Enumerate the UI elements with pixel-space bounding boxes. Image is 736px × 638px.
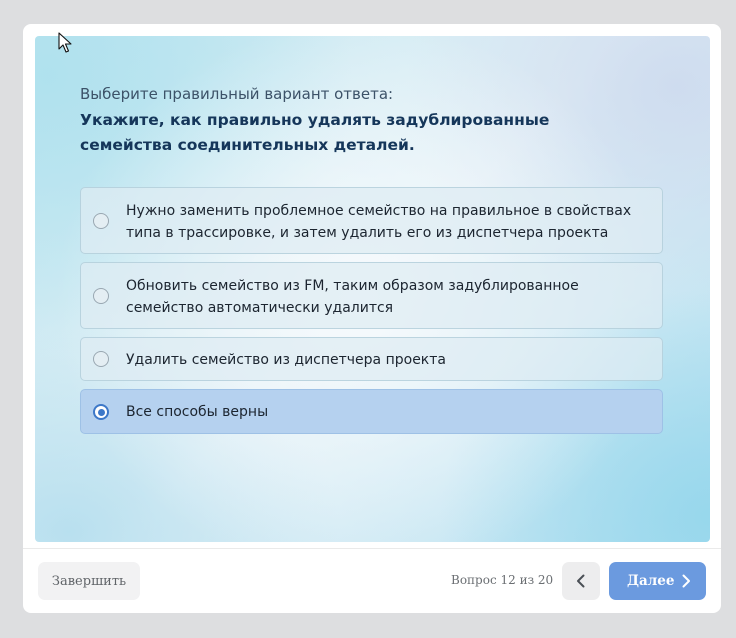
chevron-right-icon bbox=[682, 574, 690, 588]
answer-option-label: Удалить семейство из диспетчера проекта bbox=[126, 352, 446, 368]
finish-button[interactable]: Завершить bbox=[38, 562, 140, 600]
question-text: Укажите, как правильно удалять задублиро… bbox=[80, 111, 550, 154]
chevron-left-icon bbox=[577, 574, 585, 588]
answer-option-1[interactable]: Нужно заменить проблемное семейство на п… bbox=[80, 187, 663, 254]
question-progress: Вопрос 12 из 20 bbox=[451, 573, 554, 587]
question-panel: Выберите правильный вариант ответа: Укаж… bbox=[35, 36, 710, 542]
next-button-label: Далее bbox=[627, 573, 675, 589]
footer-divider bbox=[23, 548, 721, 549]
answer-option-4[interactable]: Все способы верны bbox=[80, 389, 663, 434]
answer-option-label: Нужно заменить проблемное семейство на п… bbox=[126, 203, 632, 241]
question-prompt: Выберите правильный вариант ответа: bbox=[80, 85, 394, 103]
radio-button-icon[interactable] bbox=[93, 288, 109, 304]
radio-button-icon[interactable] bbox=[93, 351, 109, 367]
previous-button[interactable] bbox=[562, 562, 600, 600]
answer-option-3[interactable]: Удалить семейство из диспетчера проекта bbox=[80, 337, 663, 381]
quiz-card: Выберите правильный вариант ответа: Укаж… bbox=[23, 24, 721, 613]
answer-option-label: Все способы верны bbox=[126, 404, 269, 420]
mouse-pointer-icon bbox=[58, 32, 72, 53]
radio-button-icon[interactable] bbox=[93, 213, 109, 229]
answer-option-2[interactable]: Обновить семейство из FM, таким образом … bbox=[80, 262, 663, 329]
answer-option-label: Обновить семейство из FM, таким образом … bbox=[126, 278, 579, 316]
next-button[interactable]: Далее bbox=[609, 562, 706, 600]
radio-button-icon[interactable] bbox=[93, 404, 109, 420]
